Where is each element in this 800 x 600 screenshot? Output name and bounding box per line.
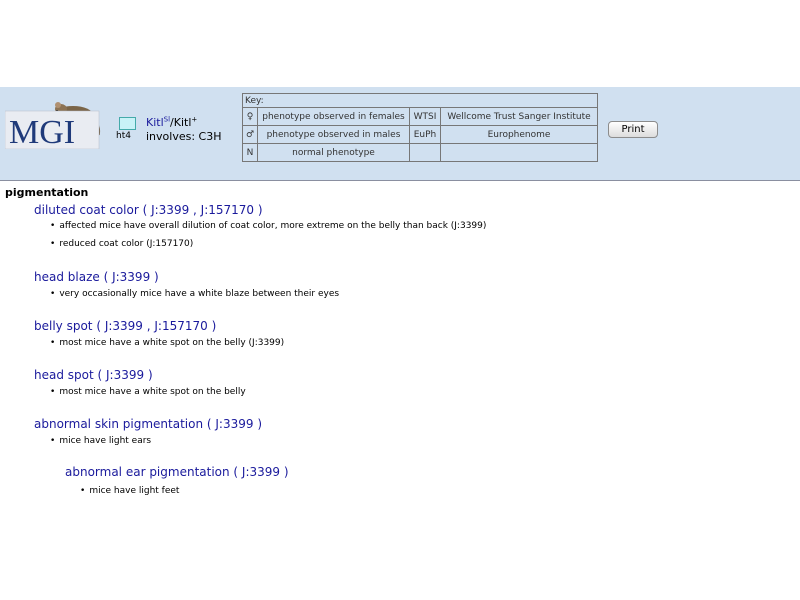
key-description: normal phenotype — [257, 143, 410, 162]
normal-symbol: N — [242, 143, 258, 162]
phenotype-note: very occasionally mice have a white blaz… — [50, 289, 339, 299]
phenotype-term: diluted coat color ( J:3399 , J:157170 ) — [34, 203, 263, 217]
reference-link[interactable]: J:3399 — [242, 465, 280, 479]
phenotype-term: abnormal ear pigmentation ( J:3399 ) — [65, 465, 289, 479]
reference-link[interactable]: J:3399 — [151, 203, 189, 217]
genotype-color-swatch — [119, 117, 136, 130]
phenotype-term: abnormal skin pigmentation ( J:3399 ) — [34, 417, 263, 431]
key-source: Wellcome Trust Sanger Institute — [440, 107, 598, 126]
key-code: WTSI — [409, 107, 441, 126]
term-link[interactable]: abnormal skin pigmentation — [34, 417, 203, 431]
key-row: N normal phenotype — [242, 143, 598, 162]
phenotype-note: mice have light ears — [50, 436, 151, 446]
print-button[interactable]: Print — [608, 121, 658, 138]
term-link[interactable]: belly spot — [34, 319, 93, 333]
reference-link[interactable]: J:3399 — [112, 270, 150, 284]
phenotype-note: affected mice have overall dilution of c… — [50, 221, 486, 231]
key-table: Key: ♀ phenotype observed in females WTS… — [242, 93, 598, 162]
key-source — [440, 143, 598, 162]
term-link[interactable]: abnormal ear pigmentation — [65, 465, 230, 479]
phenotype-note: mice have light feet — [80, 486, 179, 496]
reference-link[interactable]: J:157170 — [154, 319, 207, 333]
key-row: ♂ phenotype observed in males EuPh Europ… — [242, 125, 598, 144]
reference-link[interactable]: J:3399 — [105, 319, 143, 333]
genotype-info: KitlSl/Kitl+ involves: C3H — [146, 116, 222, 144]
key-heading: Key: — [242, 93, 598, 108]
phenotype-term: head blaze ( J:3399 ) — [34, 270, 159, 284]
phenotype-note: reduced coat color (J:157170) — [50, 239, 193, 249]
term-link[interactable]: head spot — [34, 368, 94, 382]
allele-pair: KitlSl/Kitl+ — [146, 116, 222, 130]
allele-2-superscript: + — [191, 115, 198, 124]
logo-text: MGI — [9, 114, 75, 149]
phenotype-term: belly spot ( J:3399 , J:157170 ) — [34, 319, 217, 333]
key-description: phenotype observed in females — [257, 107, 410, 126]
key-code — [409, 143, 441, 162]
male-symbol-icon: ♂ — [242, 125, 258, 144]
phenotype-note: most mice have a white spot on the belly — [50, 387, 245, 397]
key-row: ♀ phenotype observed in females WTSI Wel… — [242, 107, 598, 126]
genotype-id-label: ht4 — [116, 131, 131, 141]
allele-2-symbol: Kitl — [173, 116, 192, 129]
mgi-logo[interactable]: MGI — [5, 99, 105, 149]
reference-link[interactable]: J:3399 — [106, 368, 144, 382]
reference-link[interactable]: J:157170 — [201, 203, 254, 217]
section-title: pigmentation — [5, 186, 89, 199]
allele-1-symbol: Kitl — [146, 116, 164, 129]
key-code: EuPh — [409, 125, 441, 144]
term-link[interactable]: diluted coat color — [34, 203, 139, 217]
term-link[interactable]: head blaze — [34, 270, 100, 284]
key-description: phenotype observed in males — [257, 125, 410, 144]
key-source: Europhenome — [440, 125, 598, 144]
phenotype-term: head spot ( J:3399 ) — [34, 368, 153, 382]
phenotype-note: most mice have a white spot on the belly… — [50, 338, 284, 348]
page-header: MGI ht4 KitlSl/Kitl+ involves: C3H Key: … — [0, 87, 800, 181]
female-symbol-icon: ♀ — [242, 107, 258, 126]
allele-1-link[interactable]: KitlSl — [146, 116, 170, 129]
genetic-background: involves: C3H — [146, 130, 222, 143]
reference-link[interactable]: J:3399 — [215, 417, 253, 431]
